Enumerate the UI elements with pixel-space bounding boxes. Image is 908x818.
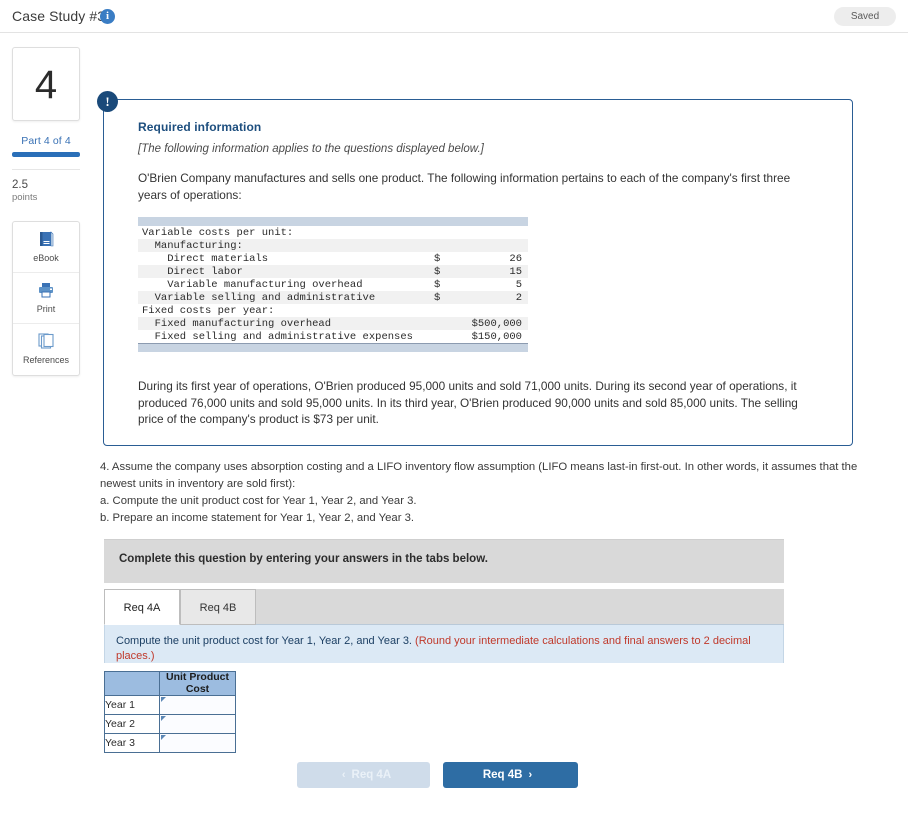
cost-data-table: Variable costs per unit: Manufacturing: … <box>138 217 528 352</box>
next-req-button[interactable]: Req 4B › <box>443 762 578 788</box>
tab-req-4a[interactable]: Req 4A <box>104 589 180 625</box>
row-label: Year 2 <box>104 714 160 734</box>
cost-row-label: Manufacturing: <box>142 239 243 252</box>
part-label: Part 4 of 4 <box>21 135 71 147</box>
question-text: 4. Assume the company uses absorption co… <box>100 459 860 527</box>
info-icon[interactable]: i <box>100 9 115 24</box>
prev-req-label: Req 4A <box>351 769 392 781</box>
chevron-left-icon: ‹ <box>341 769 346 781</box>
sidebar-item-print[interactable]: Print <box>13 273 79 324</box>
printer-icon <box>13 281 79 301</box>
question-line-3: b. Prepare an income statement for Year … <box>100 512 415 524</box>
progress-bar-fill <box>12 152 80 157</box>
sidebar-item-label: Print <box>36 304 56 314</box>
sidebar-item-references[interactable]: References <box>13 324 79 375</box>
page-title: Case Study #3 <box>12 8 106 24</box>
table-row: Year 2 <box>104 714 236 734</box>
divider <box>12 169 80 170</box>
sidebar-item-ebook[interactable]: eBook <box>13 222 79 273</box>
complete-question-instruction: Complete this question by entering your … <box>119 553 488 565</box>
part-card: 4 <box>12 47 80 121</box>
table-row: Year 3 <box>104 733 236 753</box>
alert-badge: ! <box>97 91 118 112</box>
answer-input-cell[interactable] <box>159 714 236 734</box>
answer-input-cell[interactable] <box>159 695 236 715</box>
table-header-band <box>138 217 528 226</box>
cost-row-label: Variable selling and administrative <box>142 291 376 304</box>
cost-row-label: Variable manufacturing overhead <box>142 278 363 291</box>
cost-row-label: Fixed costs per year: <box>142 304 275 317</box>
sidebar-item-label: eBook <box>33 253 59 263</box>
cost-row-label: Direct materials <box>142 252 269 265</box>
prev-req-button[interactable]: ‹ Req 4A <box>297 762 430 788</box>
tool-panel: eBook Print References <box>12 221 80 376</box>
cost-row-amount: $500,000 <box>471 317 522 330</box>
cost-row-label: Direct labor <box>142 265 243 278</box>
column-header-blank <box>104 671 160 696</box>
answer-input-cell[interactable] <box>159 733 236 753</box>
progress-bar <box>12 152 80 157</box>
cost-row-amount: $150,000 <box>471 330 522 343</box>
tab-bar: Req 4A Req 4B <box>104 589 784 625</box>
tab-panel-text: Compute the unit product cost for Year 1… <box>116 634 772 664</box>
cost-row-amount: 26 <box>509 252 522 265</box>
cost-table-row: Variable manufacturing overhead $5 <box>138 278 528 291</box>
tab-req-4b[interactable]: Req 4B <box>180 589 256 625</box>
cost-row-label: Fixed manufacturing overhead <box>142 317 332 330</box>
status-badge: Saved <box>834 7 896 26</box>
required-information-paragraph-2: During its first year of operations, O'B… <box>138 379 798 426</box>
question-line-2: a. Compute the unit product cost for Yea… <box>100 495 417 507</box>
question-line-1: 4. Assume the company uses absorption co… <box>100 461 858 490</box>
cost-row-amount: 5 <box>515 278 522 291</box>
top-bar: Case Study #3 i Saved <box>0 0 908 33</box>
part-number: 4 <box>34 63 58 107</box>
chevron-right-icon: › <box>528 769 533 781</box>
cost-row-symbol: $ <box>434 252 441 265</box>
tab-panel: Compute the unit product cost for Year 1… <box>104 625 784 663</box>
answer-table: Unit Product Cost Year 1 Year 2 Year 3 <box>104 671 236 753</box>
sidebar: 4 Part 4 of 4 2.5 points eBook Print Ref… <box>12 47 80 376</box>
cost-table-row: Fixed manufacturing overhead $500,000 <box>138 317 528 330</box>
points-value: 2.5 <box>12 179 28 191</box>
cost-table-row: Variable costs per unit: <box>138 226 528 239</box>
table-header-row: Unit Product Cost <box>104 671 236 696</box>
table-footer-band <box>138 343 528 352</box>
cost-row-label: Fixed selling and administrative expense… <box>142 330 413 343</box>
references-icon <box>13 332 79 352</box>
required-information-title: Required information <box>138 120 262 134</box>
required-information-paragraph: O'Brien Company manufactures and sells o… <box>138 171 791 202</box>
cost-row-label: Variable costs per unit: <box>142 226 294 239</box>
sidebar-item-label: References <box>22 355 70 365</box>
row-label: Year 1 <box>104 695 160 715</box>
cost-table-row: Variable selling and administrative $2 <box>138 291 528 304</box>
ebook-icon <box>13 230 79 250</box>
cost-row-amount: 2 <box>515 291 522 304</box>
cost-table-row: Direct materials $26 <box>138 252 528 265</box>
row-label: Year 3 <box>104 733 160 753</box>
cost-table-row: Direct labor $15 <box>138 265 528 278</box>
column-header-unit-product-cost: Unit Product Cost <box>159 671 236 696</box>
cost-row-symbol: $ <box>434 265 441 278</box>
next-req-label: Req 4B <box>482 769 523 781</box>
cost-row-amount: 15 <box>509 265 522 278</box>
tab-panel-main-text: Compute the unit product cost for Year 1… <box>116 635 416 647</box>
cost-table-row: Fixed costs per year: <box>138 304 528 317</box>
table-row: Year 1 <box>104 695 236 715</box>
complete-question-bar: Complete this question by entering your … <box>104 539 784 583</box>
required-information-box: Required information [The following info… <box>103 99 853 446</box>
cost-table-row: Fixed selling and administrative expense… <box>138 330 528 343</box>
required-information-note: [The following information applies to th… <box>138 143 484 155</box>
cost-row-symbol: $ <box>434 278 441 291</box>
cost-table-row: Manufacturing: <box>138 239 528 252</box>
points-label: points <box>12 192 38 203</box>
cost-row-symbol: $ <box>434 291 441 304</box>
